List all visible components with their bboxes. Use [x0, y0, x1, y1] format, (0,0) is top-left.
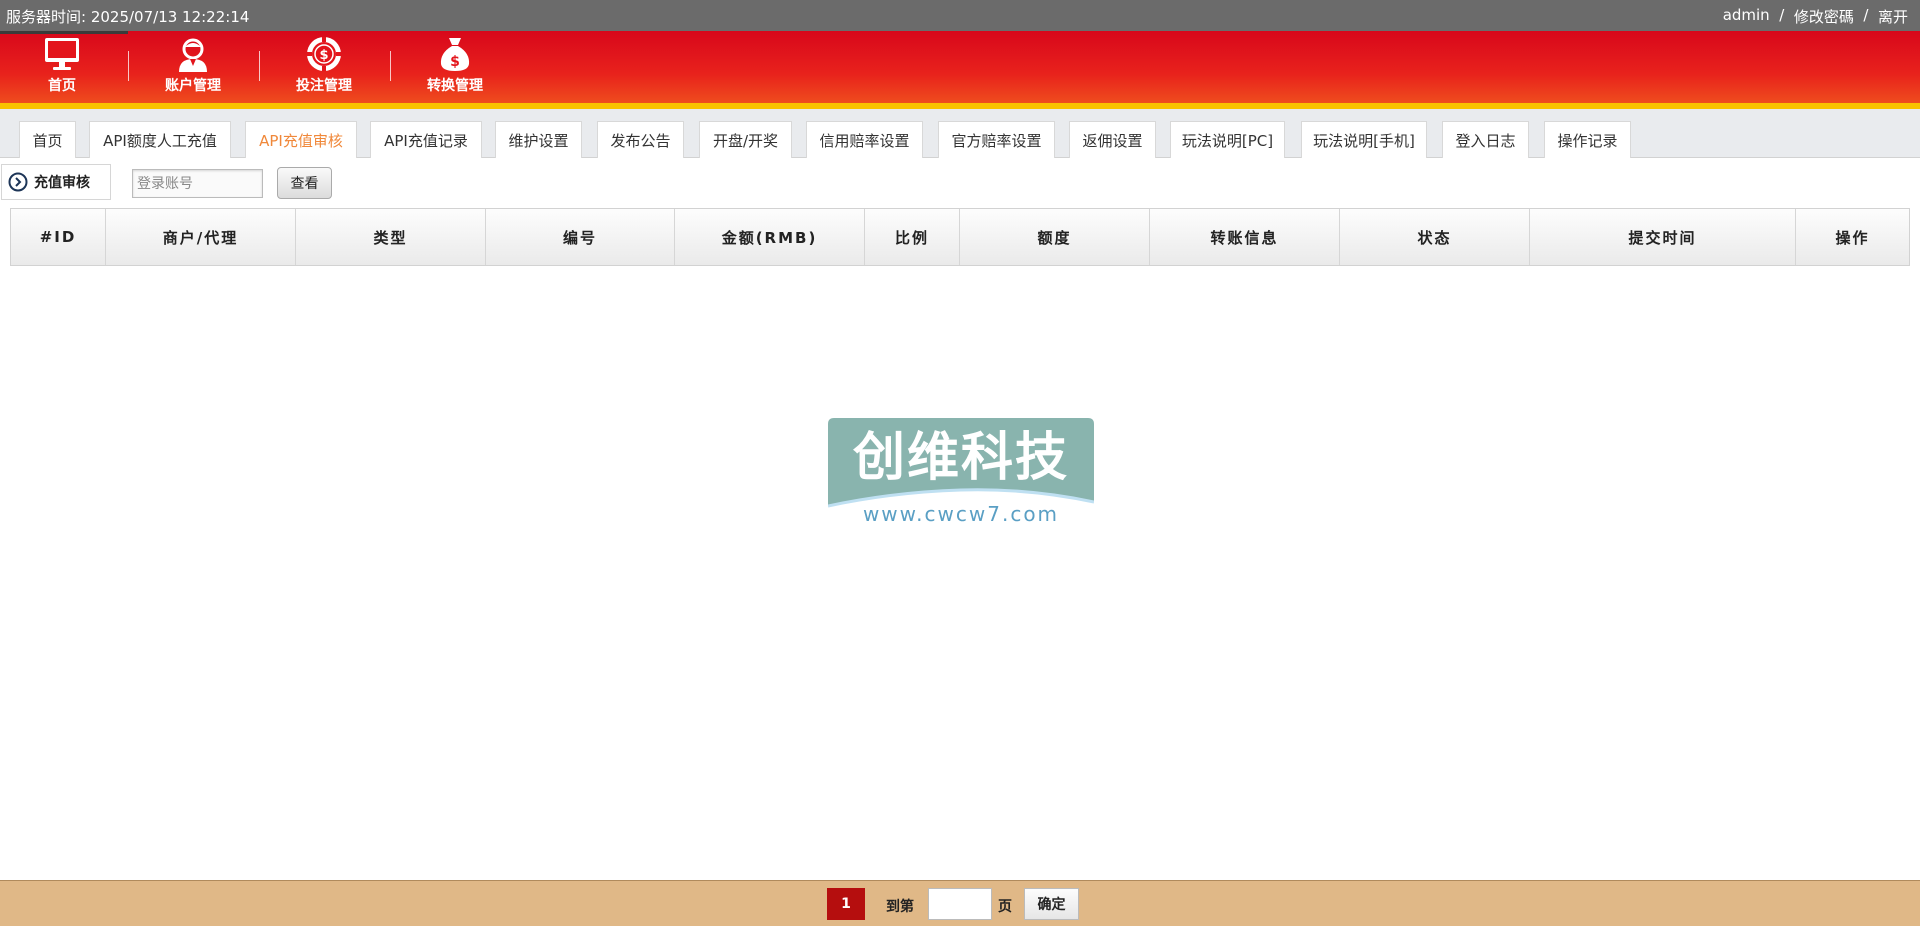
tab-strip: 首页 API额度人工充值 API充值审核 API充值记录 维护设置 发布公告 开… — [0, 109, 1920, 158]
tab-publish-announcement[interactable]: 发布公告 — [597, 121, 684, 158]
nav-active-indicator — [0, 31, 128, 34]
recharge-review-table: #ID 商户/代理 类型 编号 金额(RMB) 比例 额度 转账信息 状态 提交… — [10, 208, 1910, 266]
nav-divider — [259, 51, 260, 81]
page-unit-label: 页 — [998, 899, 1012, 915]
tab-credit-odds-settings[interactable]: 信用赔率设置 — [806, 121, 923, 158]
nav-account[interactable]: 账户管理 — [133, 35, 253, 101]
view-button[interactable]: 查看 — [277, 167, 332, 199]
column-header: 转账信息 — [1150, 209, 1340, 265]
column-header: 金额(RMB) — [675, 209, 865, 265]
current-page-button[interactable]: 1 — [827, 888, 865, 920]
server-time: 服务器时间: 2025/07/13 12:22:14 — [6, 8, 250, 26]
column-header: 状态 — [1340, 209, 1530, 265]
column-header: 操作 — [1835, 228, 1870, 247]
money-bag-icon: $ — [440, 38, 470, 71]
nav-label: 转换管理 — [427, 78, 483, 94]
tab-api-recharge-review[interactable]: API充值审核 — [245, 121, 357, 158]
column-header: 比例 — [865, 209, 960, 265]
pager: 1 到第 页 确定 — [0, 880, 1920, 926]
tab-rules-mobile[interactable]: 玩法说明[手机] — [1301, 121, 1427, 158]
column-header: 提交时间 — [1530, 209, 1796, 265]
goto-page-input[interactable] — [928, 888, 992, 920]
chevron-right-circle-icon — [8, 172, 28, 192]
section-title: 充值审核 — [1, 164, 111, 200]
watermark-title: 创维科技 — [852, 428, 1069, 488]
confirm-button[interactable]: 确定 — [1024, 888, 1079, 920]
tab-open-draw[interactable]: 开盘/开奖 — [699, 121, 792, 158]
tab-rebate-settings[interactable]: 返佣设置 — [1069, 121, 1156, 158]
nav-divider — [128, 51, 129, 81]
tab-home[interactable]: 首页 — [19, 121, 76, 158]
column-header: 编号 — [486, 209, 675, 265]
nav-home[interactable]: 首页 — [2, 35, 122, 110]
tab-maintenance-settings[interactable]: 维护设置 — [495, 121, 582, 158]
column-header: 商户/代理 — [106, 209, 296, 265]
user-menu: admin / 修改密碼 / 离开 — [1723, 6, 1908, 27]
nav-label: 投注管理 — [296, 78, 352, 94]
tab-operation-log[interactable]: 操作记录 — [1544, 121, 1631, 158]
main-nav: 首页 账户管理 $ 投注管理 $ 转换管理 — [0, 31, 1920, 110]
watermark-logo: 创维科技 www.cwcw7.com — [828, 418, 1094, 526]
change-password-link[interactable]: 修改密碼 — [1794, 6, 1854, 27]
nav-divider — [390, 51, 391, 81]
column-header: #ID — [11, 209, 106, 265]
separator: / — [1853, 6, 1878, 24]
nav-conversion[interactable]: $ 转换管理 — [395, 35, 515, 101]
chip-icon: $ — [307, 37, 341, 71]
nav-betting[interactable]: $ 投注管理 — [264, 35, 384, 101]
nav-label: 账户管理 — [165, 78, 221, 94]
nav-label: 首页 — [48, 78, 76, 94]
tab-rules-pc[interactable]: 玩法说明[PC] — [1170, 121, 1285, 158]
svg-text:$: $ — [319, 48, 328, 63]
login-account-input[interactable] — [132, 169, 263, 198]
separator: / — [1769, 6, 1794, 24]
column-header: 额度 — [960, 209, 1150, 265]
user-icon — [179, 38, 207, 72]
section-title-text: 充值审核 — [34, 175, 90, 191]
tab-api-manual-recharge[interactable]: API额度人工充值 — [89, 121, 231, 158]
username: admin — [1722, 6, 1770, 24]
watermark-url: www.cwcw7.com — [863, 502, 1059, 526]
tab-login-log[interactable]: 登入日志 — [1442, 121, 1529, 158]
tab-official-odds-settings[interactable]: 官方赔率设置 — [938, 121, 1055, 158]
top-bar: 服务器时间: 2025/07/13 12:22:14 admin / 修改密碼 … — [0, 0, 1920, 31]
svg-text:$: $ — [450, 54, 460, 70]
column-header: 类型 — [296, 209, 486, 265]
logout-link[interactable]: 离开 — [1878, 6, 1908, 27]
monitor-icon — [45, 38, 79, 70]
tab-api-recharge-records[interactable]: API充值记录 — [370, 121, 482, 158]
goto-label: 到第 — [886, 899, 914, 915]
